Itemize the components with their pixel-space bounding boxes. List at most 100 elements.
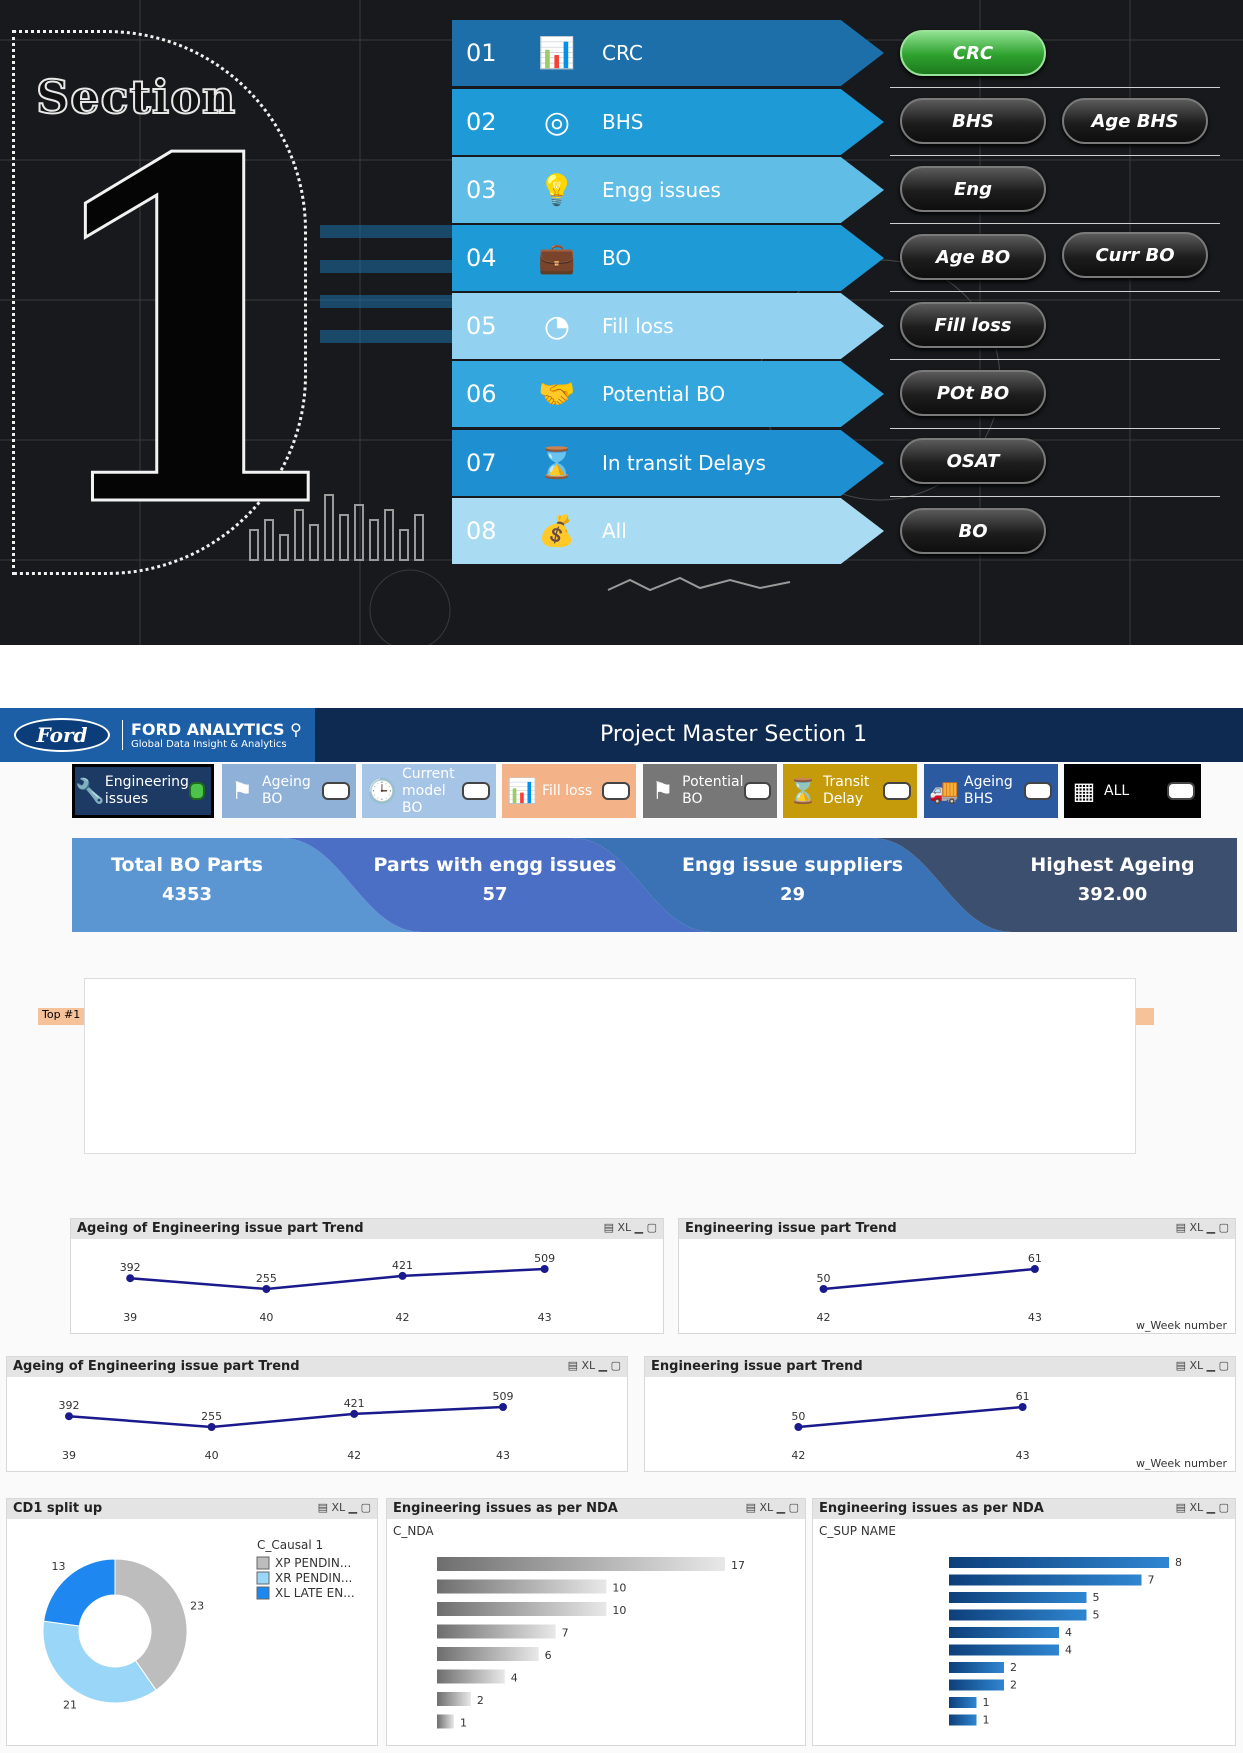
menu-item-all[interactable]: 08 💰 All [452, 498, 884, 564]
bar [949, 1592, 1087, 1603]
toggle-switch[interactable] [883, 782, 911, 800]
divider [890, 87, 1220, 88]
series-line [798, 1405, 1023, 1429]
menu-item-potential-bo[interactable]: 06 🤝 Potential BO [452, 361, 884, 427]
chart-ageing-trend-2: Ageing of Engineering issue part Trend ▤ … [6, 1356, 628, 1472]
eng-button[interactable]: Eng [900, 166, 1046, 212]
pot-bo-button[interactable]: POt BO [900, 370, 1046, 416]
section-number: 1 [26, 59, 356, 611]
menu-item-label: Engg issues [602, 178, 721, 202]
age-bo-button[interactable]: Age BO [900, 234, 1046, 280]
toggle-switch[interactable] [602, 782, 630, 800]
bar-value-label: 2 [477, 1694, 484, 1707]
chart-engg-nda: Engineering issues as per NDA ▤ XL ▁ ▢ C_… [386, 1498, 806, 1746]
chart-tools[interactable]: ▤ XL ▁ ▢ [1176, 1221, 1229, 1234]
data-label: 392 [120, 1261, 141, 1274]
menu-item-number: 01 [466, 39, 497, 67]
toggle-switch[interactable] [1024, 782, 1052, 800]
hourglass-icon: ⌛ [788, 777, 818, 805]
tab-ageing-bo[interactable]: ⚑ Ageing BO [222, 764, 356, 818]
crc-button[interactable]: CRC [900, 30, 1046, 76]
bar-value-label: 17 [731, 1559, 745, 1572]
chart-tools[interactable]: ▤ XL ▁ ▢ [318, 1501, 371, 1514]
chart-title: Engineering issues as per NDA [819, 1501, 1044, 1516]
kpi-label: Parts with engg issues [373, 854, 617, 876]
legend-title: C_Causal 1 [257, 1538, 323, 1552]
bar-value-label: 5 [1093, 1609, 1100, 1622]
menu-item-bo[interactable]: 04 💼 BO [452, 225, 884, 291]
bar-value-label: 1 [460, 1717, 467, 1730]
chart-tools[interactable]: ▤ XL ▁ ▢ [746, 1501, 799, 1514]
toggle-switch[interactable] [462, 782, 490, 800]
toggle-switch[interactable] [743, 782, 771, 800]
menu-item-label: Fill loss [602, 314, 674, 338]
bar [437, 1579, 607, 1594]
data-point [65, 1412, 73, 1421]
chart-tools[interactable]: ▤ XL ▁ ▢ [604, 1221, 657, 1234]
menu-item-bhs[interactable]: 02 ◎ BHS [452, 89, 884, 155]
menu-item-engg-issues[interactable]: 03 💡 Engg issues [452, 157, 884, 223]
toggle-switch[interactable] [322, 782, 350, 800]
age-bhs-button[interactable]: Age BHS [1062, 98, 1208, 144]
tab-potential-bo[interactable]: ⚑ Potential BO [643, 764, 777, 818]
tab-current-model-bo[interactable]: 🕒 Current model BO [362, 764, 496, 818]
menu-item-crc[interactable]: 01 📊 CRC [452, 20, 884, 86]
series-line [823, 1267, 1035, 1291]
chart-title: Engineering issues as per NDA [393, 1501, 618, 1516]
tab-label: Potential BO [682, 774, 744, 807]
bar [949, 1697, 977, 1708]
chart-cd1-split: CD1 split up ▤ XL ▁ ▢ 23 21 13 C_Causal 1 XP … [6, 1498, 378, 1746]
chart-tools[interactable]: ▤ XL ▁ ▢ [1176, 1501, 1229, 1514]
menu-item-fill-loss[interactable]: 05 ◔ Fill loss [452, 293, 884, 359]
divider [890, 359, 1220, 360]
bhs-button[interactable]: BHS [900, 98, 1046, 144]
legend-swatch [256, 1571, 270, 1585]
x-tick-label: 43 [1028, 1311, 1042, 1324]
data-label: 61 [1028, 1252, 1042, 1265]
tab-ageing-bhs[interactable]: 🚚 Ageing BHS [924, 764, 1058, 818]
lightbulb-icon: 💡 [538, 172, 576, 208]
data-point [1030, 1265, 1039, 1273]
menu-item-number: 06 [466, 380, 497, 408]
data-label: 50 [791, 1410, 805, 1423]
bo-button[interactable]: BO [900, 508, 1046, 554]
tab-label: Ageing BO [262, 774, 311, 807]
x-tick-label: 42 [347, 1449, 361, 1462]
toggle-switch[interactable] [188, 782, 205, 800]
curr-bo-button[interactable]: Curr BO [1062, 232, 1208, 278]
data-point [1018, 1403, 1027, 1411]
x-tick-label: 40 [259, 1311, 273, 1324]
brand-block: Ford FORD ANALYTICS ⚲ Global Data Insigh… [0, 708, 315, 762]
bar [437, 1624, 556, 1639]
legend-item: XL LATE EN... [275, 1586, 355, 1600]
chart-title: Ageing of Engineering issue part Trend [77, 1221, 364, 1236]
search-icon: ⚲ [290, 720, 302, 739]
tab-engineering-issues[interactable]: 🔧 Engineering issues [72, 764, 214, 818]
bar [949, 1609, 1087, 1621]
menu-item-in-transit-delays[interactable]: 07 ⌛ In transit Delays [452, 430, 884, 496]
osat-button[interactable]: OSAT [900, 438, 1046, 484]
x-tick-label: 39 [123, 1311, 137, 1324]
truck-icon: 🚚 [929, 777, 959, 805]
data-label: 392 [59, 1399, 80, 1412]
top-1-tag: Top #1 [38, 1008, 84, 1025]
bar-value-label: 1 [983, 1696, 990, 1709]
tab-all[interactable]: ▦ ALL [1064, 764, 1201, 818]
kpi-parts-with-engg-issues: Parts with engg issues 57 [360, 838, 630, 932]
clock-icon: 🕒 [367, 777, 397, 805]
bar [949, 1714, 977, 1726]
bar-value-label: 10 [612, 1604, 626, 1617]
data-label: 421 [344, 1397, 365, 1410]
page-title: Project Master Section 1 [600, 722, 868, 747]
toggle-switch[interactable] [1167, 782, 1195, 800]
tab-transit-delay[interactable]: ⌛ Transit Delay [783, 764, 917, 818]
bar [437, 1692, 471, 1706]
bar [949, 1644, 1059, 1656]
chart-tools[interactable]: ▤ XL ▁ ▢ [568, 1359, 621, 1372]
bar [437, 1602, 607, 1616]
menu-item-label: CRC [602, 41, 643, 65]
chart-tools[interactable]: ▤ XL ▁ ▢ [1176, 1359, 1229, 1372]
bar-value-label: 8 [1175, 1556, 1182, 1569]
fill-loss-button[interactable]: Fill loss [900, 302, 1046, 348]
tab-fill-loss[interactable]: 📊 Fill loss [502, 764, 636, 818]
